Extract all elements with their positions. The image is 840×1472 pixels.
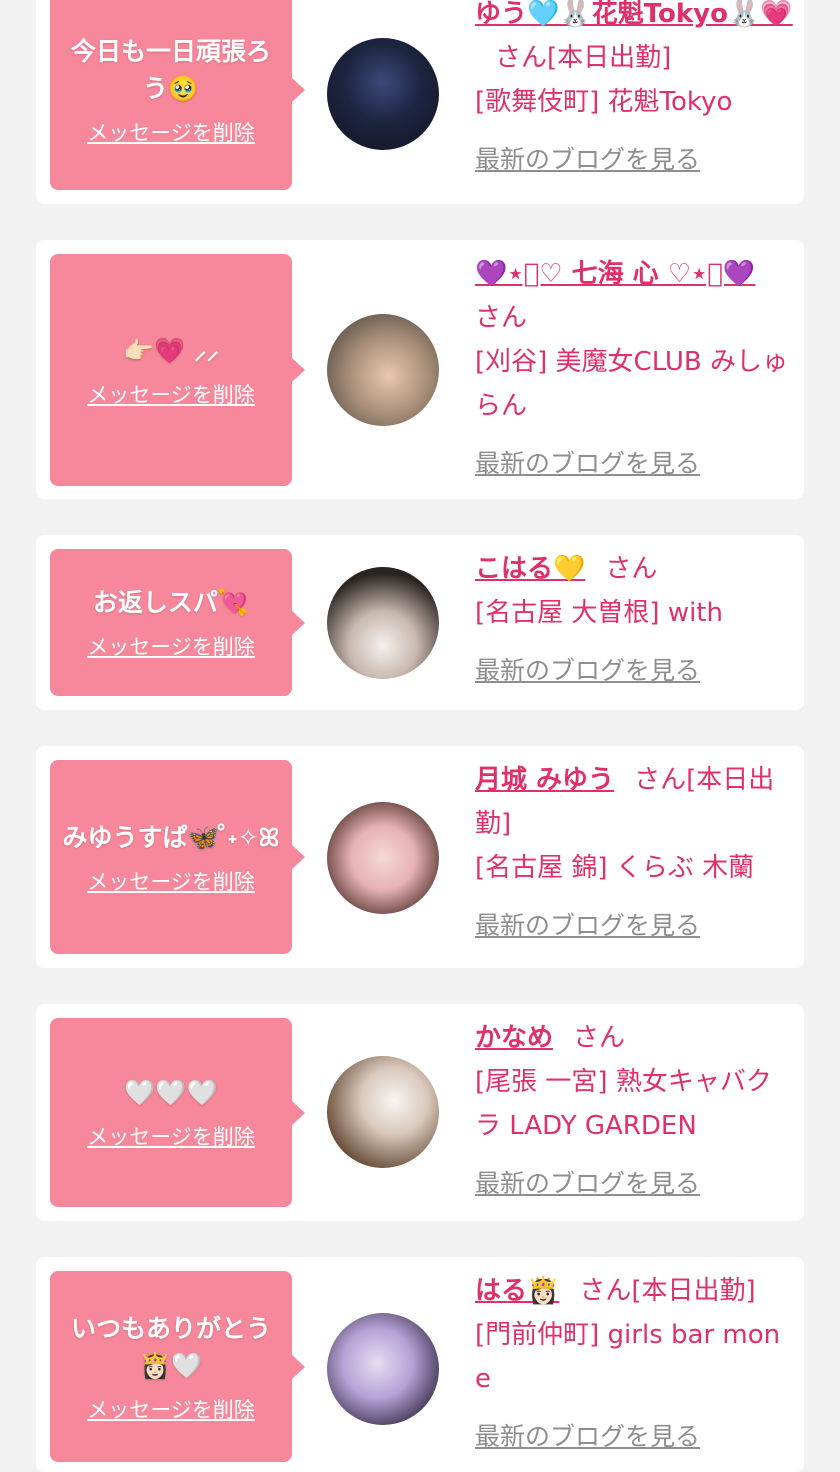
message-text: 👉🏻💗 ⸝⸝ [123,335,219,365]
delete-message-link[interactable]: メッセージを削除 [87,866,255,896]
message-text: お返しスパ💘 [92,588,250,617]
cast-info: こはる💛 さん [名古屋 大曽根] with 最新のブログを見る [475,547,793,693]
cast-name-link[interactable]: はる👸🏻 [475,1276,559,1306]
latest-blog-link[interactable]: 最新のブログを見る [475,904,700,948]
avatar[interactable] [327,38,439,150]
latest-blog-link[interactable]: 最新のブログを見る [475,442,700,486]
message-bubble: お返しスパ💘 メッセージを削除 [50,549,305,696]
message-bubble: 🤍🤍🤍 メッセージを削除 [50,1018,305,1207]
cast-name-link[interactable]: かなめ [475,1023,553,1053]
avatar[interactable] [327,567,439,679]
message-text: みゆうすぱ🦋 ̊˖✧ꕤ [62,822,280,852]
san-suffix: さん [573,1023,626,1053]
delete-message-link[interactable]: メッセージを削除 [87,379,255,409]
message-card: 🤍🤍🤍 メッセージを削除 かなめ さん [尾張 一宮] 熟女キャバクラ LADY … [36,1004,804,1221]
shop-name: [尾張 一宮] 熟女キャバクラ LADY GARDEN [475,1067,772,1141]
san-suffix: さん [475,303,528,333]
cast-info: ゆう🩵🐰花魁Tokyo🐰💗 さん[本日出勤] [歌舞伎町] 花魁Tokyo 最新の… [475,0,793,182]
message-text: 今日も一日頑張ろう🥹 [70,37,271,103]
message-text: 🤍🤍🤍 [124,1078,218,1107]
delete-message-link[interactable]: メッセージを削除 [87,631,255,661]
cast-info: 月城 みゆう さん[本日出勤] [名古屋 錦] くらぶ 木蘭 最新のブログを見る [475,758,793,948]
san-suffix: さん [634,765,687,795]
san-suffix: さん [495,43,548,73]
cast-info: はる👸🏻 さん[本日出勤] [門前仲町] girls bar mone 最新のブロ… [475,1269,793,1459]
delete-message-link[interactable]: メッセージを削除 [87,117,255,147]
message-bubble: いつもありがとう👸🏻🤍 メッセージを削除 [50,1271,305,1462]
message-card: 今日も一日頑張ろう🥹 メッセージを削除 ゆう🩵🐰花魁Tokyo🐰💗 さん[本日出勤… [36,0,804,204]
shop-name: [刈谷] 美魔女CLUB みしゅらん [475,347,789,421]
message-card: みゆうすぱ🦋 ̊˖✧ꕤ メッセージを削除 月城 みゆう さん[本日出勤] [名古屋… [36,746,804,968]
message-bubble: みゆうすぱ🦋 ̊˖✧ꕤ メッセージを削除 [50,760,305,954]
latest-blog-link[interactable]: 最新のブログを見る [475,649,700,693]
cast-info: 💜⋆͛♡ 七海 心 ♡⋆͛💜 さん [刈谷] 美魔女CLUB みしゅらん 最新の… [475,252,793,486]
san-suffix: さん [579,1276,632,1306]
status-badge: [本日出勤] [631,1276,756,1306]
delete-message-link[interactable]: メッセージを削除 [87,1394,255,1424]
latest-blog-link[interactable]: 最新のブログを見る [475,1415,700,1459]
message-card: お返しスパ💘 メッセージを削除 こはる💛 さん [名古屋 大曽根] with 最新… [36,535,804,710]
shop-name: [名古屋 大曽根] with [475,598,723,628]
shop-name: [歌舞伎町] 花魁Tokyo [475,87,733,117]
message-bubble: 👉🏻💗 ⸝⸝ メッセージを削除 [50,254,305,486]
delete-message-link[interactable]: メッセージを削除 [87,1121,255,1151]
shop-name: [門前仲町] girls bar mone [475,1320,781,1394]
message-card: 👉🏻💗 ⸝⸝ メッセージを削除 💜⋆͛♡ 七海 心 ♡⋆͛💜 さん [刈谷] 美… [36,240,804,499]
cast-name-link[interactable]: 💜⋆͛♡ 七海 心 ♡⋆͛💜 [475,259,755,289]
cast-name-link[interactable]: ゆう🩵🐰花魁Tokyo🐰💗 [475,0,793,29]
latest-blog-link[interactable]: 最新のブログを見る [475,138,700,182]
san-suffix: さん [605,554,658,584]
cast-name-link[interactable]: こはる💛 [475,554,585,584]
avatar[interactable] [327,1313,439,1425]
message-text: いつもありがとう👸🏻🤍 [70,1313,271,1380]
shop-name: [名古屋 錦] くらぶ 木蘭 [475,853,755,883]
cast-name-link[interactable]: 月城 みゆう [475,765,614,795]
avatar[interactable] [327,1056,439,1168]
message-card: いつもありがとう👸🏻🤍 メッセージを削除 はる👸🏻 さん[本日出勤] [門前仲町]… [36,1257,804,1472]
latest-blog-link[interactable]: 最新のブログを見る [475,1162,700,1206]
avatar[interactable] [327,314,439,426]
message-bubble: 今日も一日頑張ろう🥹 メッセージを削除 [50,0,305,190]
avatar[interactable] [327,802,439,914]
cast-info: かなめ さん [尾張 一宮] 熟女キャバクラ LADY GARDEN 最新のブログ… [475,1016,793,1206]
status-badge: [本日出勤] [547,43,672,73]
